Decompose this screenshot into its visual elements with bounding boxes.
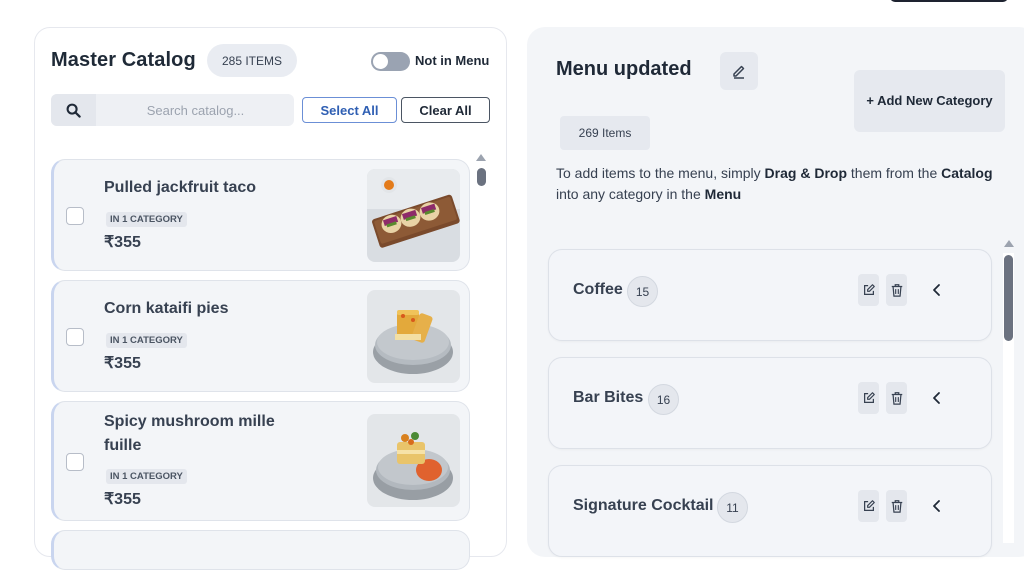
search-icon[interactable] (51, 94, 96, 126)
category-badge: IN 1 CATEGORY (106, 333, 187, 348)
item-name: Spicy mushroom mille fuille (104, 413, 275, 454)
category-badge: IN 1 CATEGORY (106, 212, 187, 227)
edit-icon (863, 500, 875, 511)
trash-icon (891, 284, 902, 297)
category-item-count: 11 (717, 492, 748, 523)
pencil-icon (733, 65, 745, 79)
item-checkbox[interactable] (66, 453, 84, 471)
taco-photo (367, 169, 460, 262)
toggle-label: Not in Menu (415, 53, 490, 68)
catalog-count-badge: 285 ITEMS (207, 44, 297, 77)
menu-scrollbar[interactable] (1004, 255, 1013, 341)
scroll-up-arrow[interactable] (476, 154, 486, 161)
category-card-signature-cocktail[interactable]: Signature Cocktail 11 (548, 465, 992, 557)
clear-all-button[interactable]: Clear All (401, 97, 490, 123)
top-action-button[interactable] (890, 0, 1008, 2)
master-catalog-panel: Master Catalog 285 ITEMS Not in Menu Sel… (34, 27, 507, 570)
catalog-title: Master Catalog (51, 49, 196, 71)
delete-category-button[interactable] (886, 490, 907, 522)
select-all-button[interactable]: Select All (302, 97, 397, 123)
menu-panel: Menu updated + Add New Category 269 Item… (527, 27, 1024, 557)
trash-icon (891, 500, 902, 513)
delete-category-button[interactable] (886, 382, 907, 414)
chevron-left-icon[interactable] (929, 280, 945, 300)
edit-icon (863, 392, 875, 403)
edit-category-button[interactable] (858, 382, 879, 414)
pie-photo (367, 290, 460, 383)
edit-menu-title-button[interactable] (720, 52, 758, 90)
item-name: Pulled jackfruit taco (104, 179, 257, 196)
category-name: Signature Cocktail (573, 497, 714, 514)
not-in-menu-toggle[interactable] (371, 52, 410, 71)
menu-count-badge: 269 Items (560, 116, 650, 150)
item-checkbox[interactable] (66, 207, 84, 225)
category-badge: IN 1 CATEGORY (106, 469, 187, 484)
edit-icon (863, 284, 875, 295)
menu-title: Menu updated (556, 58, 692, 80)
edit-category-button[interactable] (858, 490, 879, 522)
catalog-item-card[interactable]: Spicy mushroom mille fuille IN 1 CATEGOR… (51, 401, 470, 521)
catalog-item-card[interactable]: Pulled jackfruit taco IN 1 CATEGORY ₹355 (51, 159, 470, 271)
category-item-count: 15 (627, 276, 658, 307)
catalog-scrollbar[interactable] (477, 168, 486, 186)
chevron-left-icon[interactable] (929, 496, 945, 516)
scroll-up-arrow[interactable] (1004, 240, 1014, 247)
chevron-left-icon[interactable] (929, 388, 945, 408)
category-card-coffee[interactable]: Coffee 15 (548, 249, 992, 341)
drag-drop-help-text: To add items to the menu, simply Drag & … (556, 165, 993, 202)
item-price: ₹355 (104, 355, 141, 372)
category-card-bar-bites[interactable]: Bar Bites 16 (548, 357, 992, 449)
edit-category-button[interactable] (858, 274, 879, 306)
item-name: Corn kataifi pies (104, 300, 229, 317)
item-price: ₹355 (104, 234, 141, 251)
search-bar (51, 94, 294, 126)
add-new-category-button[interactable]: + Add New Category (854, 70, 1005, 132)
delete-category-button[interactable] (886, 274, 907, 306)
mille-fuille-photo (367, 414, 460, 507)
catalog-item-card[interactable]: Corn kataifi pies IN 1 CATEGORY ₹355 (51, 280, 470, 392)
category-name: Bar Bites (573, 389, 644, 406)
trash-icon (891, 392, 902, 405)
catalog-item-card[interactable] (51, 530, 470, 570)
search-input[interactable] (97, 94, 294, 126)
category-name: Coffee (573, 281, 623, 298)
item-price: ₹355 (104, 491, 141, 508)
category-item-count: 16 (648, 384, 679, 415)
item-checkbox[interactable] (66, 328, 84, 346)
